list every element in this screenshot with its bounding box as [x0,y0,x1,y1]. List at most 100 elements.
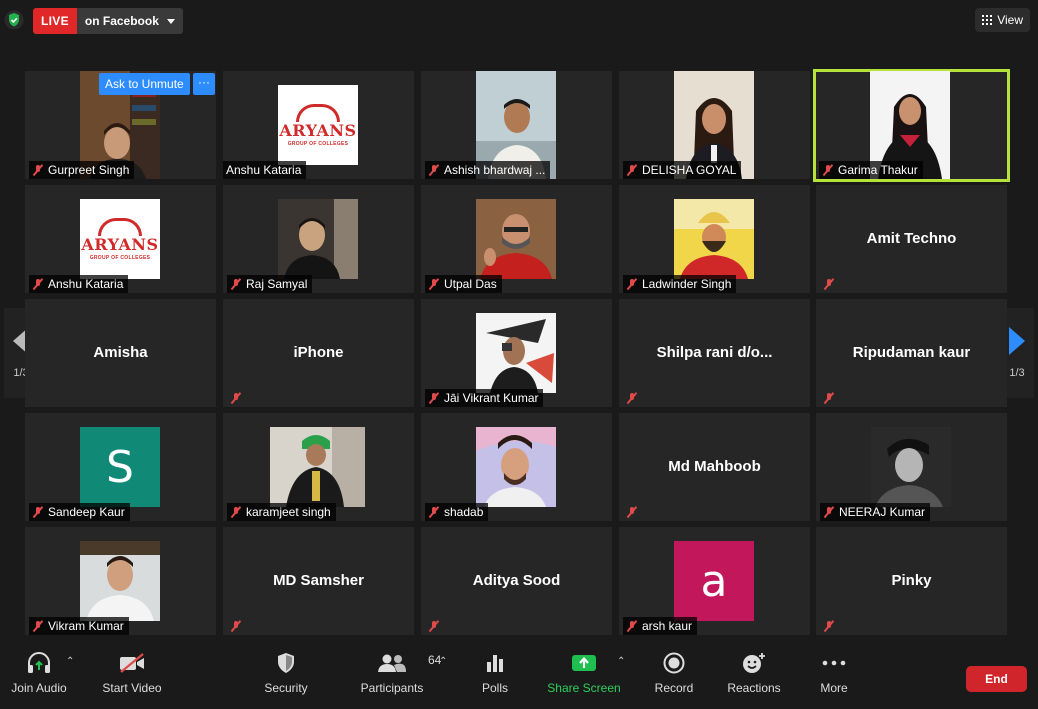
more-button[interactable]: More [816,642,852,709]
start-video-button[interactable]: Start Video [100,642,164,709]
mic-muted-icon [626,278,638,290]
participant-name: MD Samsher [273,572,364,589]
mic-muted-icon [626,620,638,632]
mic-muted-icon [822,164,834,176]
participant-name-tag: Jāi Vikrant Kumar [425,389,544,407]
live-destination-label: on Facebook [84,14,159,28]
participant-tile[interactable]: ARYANS GROUP OF COLLEGES Anshu Kataria [223,71,414,179]
participant-tile[interactable]: Md Mahboob [619,413,810,521]
participant-name: NEERAJ Kumar [839,505,926,519]
participant-tile[interactable]: Vikram Kumar [25,527,216,635]
participant-tile[interactable]: Amit Techno [816,185,1007,293]
participant-name: Anshu Kataria [226,163,302,177]
participant-tile[interactable]: Pinky [816,527,1007,635]
participant-name-tag: Vikram Kumar [29,617,129,635]
mic-muted-icon [623,390,641,406]
live-stream-indicator[interactable]: LIVE on Facebook [33,8,183,34]
participant-name: iPhone [293,344,344,361]
record-button[interactable]: Record [652,642,696,709]
mic-muted-icon [32,506,44,518]
headphones-icon [28,652,50,673]
logo-subtitle: GROUP OF COLLEGES [287,140,349,147]
participant-tile[interactable]: Ripudaman kaur [816,299,1007,407]
shield-icon [278,653,294,673]
participant-name-tag: Garima Thakur [819,161,923,179]
participant-name: Vikram Kumar [48,619,124,633]
share-screen-label: Share Screen [547,681,621,695]
mic-muted-icon [230,278,242,290]
ask-to-unmute-button[interactable]: Ask to Unmute [99,73,190,95]
participant-name-tag: Utpal Das [425,275,502,293]
participant-tile[interactable]: iPhone [223,299,414,407]
participant-tile[interactable]: Ashish bhardwaj ... [421,71,612,179]
share-options-caret-icon[interactable]: ⌃ [617,656,625,667]
more-label: More [820,681,848,695]
participant-tile[interactable]: shadab [421,413,612,521]
participants-label: Participants [360,681,424,695]
share-screen-button[interactable]: Share Screen [546,642,622,709]
participant-name: Anshu Kataria [48,277,124,291]
logo-subtitle: GROUP OF COLLEGES [89,254,151,261]
security-button[interactable]: Security [257,642,315,709]
participant-profile-picture [476,427,556,507]
more-dots-icon [822,660,846,666]
participant-tile[interactable]: S Sandeep Kaur [25,413,216,521]
reactions-label: Reactions [727,681,781,695]
record-label: Record [654,681,694,695]
join-audio-label: Join Audio [11,681,67,695]
mic-muted-icon [230,506,242,518]
meeting-toolbar: Join Audio ⌃ Start Video Security 64 Par… [0,642,1038,709]
participant-name: karamjeet singh [246,505,331,519]
participant-tile[interactable]: MD Samsher [223,527,414,635]
participant-name: Utpal Das [444,277,497,291]
participant-tile[interactable]: Amisha [25,299,216,407]
mic-muted-icon [425,618,443,634]
join-audio-button[interactable]: Join Audio [8,642,70,709]
end-meeting-button[interactable]: End [966,666,1027,692]
participant-name: Amisha [93,344,148,361]
participant-name-tag: Ashish bhardwaj ... [425,161,551,179]
participant-name-tag: karamjeet singh [227,503,336,521]
mic-muted-icon [823,506,835,518]
participant-tile[interactable]: DELISHA GOYAL [619,71,810,179]
mic-muted-icon [32,164,44,176]
logo-title: ARYANS [81,234,159,254]
participants-icon [378,654,406,672]
polls-button[interactable]: Polls [475,642,515,709]
view-button[interactable]: View [975,8,1030,32]
participant-tile[interactable]: a arsh kaur [619,527,810,635]
participant-tile[interactable]: Ladwinder Singh [619,185,810,293]
participant-tile[interactable]: Utpal Das [421,185,612,293]
participant-tile[interactable]: Shilpa rani d/o... [619,299,810,407]
participant-name: Shilpa rani d/o... [656,344,773,361]
audio-options-caret-icon[interactable]: ⌃ [66,656,74,667]
mic-muted-icon [820,276,838,292]
participant-tile-active-speaker[interactable]: Garima Thakur [813,69,1010,182]
tile-more-button[interactable]: ··· [193,73,215,95]
mic-muted-icon [428,164,440,176]
participants-button[interactable]: 64 Participants [356,642,442,709]
reactions-button[interactable]: Reactions [724,642,784,709]
participant-profile-picture [476,199,556,279]
share-screen-icon [572,655,596,671]
participant-tile[interactable]: Aditya Sood [421,527,612,635]
live-destination-dropdown[interactable]: on Facebook [76,8,183,34]
mic-muted-icon [227,618,245,634]
security-shield-icon[interactable] [4,10,24,30]
participant-tile[interactable]: karamjeet singh [223,413,414,521]
mic-muted-icon [820,390,838,406]
participant-profile-picture [674,199,754,279]
participant-tile[interactable]: Raj Samyal [223,185,414,293]
participant-name-tag: DELISHA GOYAL [623,161,742,179]
aryans-logo: ARYANS GROUP OF COLLEGES [80,199,160,279]
aryans-logo: ARYANS GROUP OF COLLEGES [278,85,358,165]
participant-tile[interactable]: Jāi Vikrant Kumar [421,299,612,407]
participant-profile-picture [80,541,160,621]
participant-tile[interactable]: NEERAJ Kumar [816,413,1007,521]
mic-muted-icon [623,504,641,520]
participant-name: Gurpreet Singh [48,163,130,177]
participant-tile[interactable]: Ask to Unmute ··· Gurpreet Singh [25,71,216,179]
participant-tile[interactable]: ARYANS GROUP OF COLLEGES Anshu Kataria [25,185,216,293]
participants-options-caret-icon[interactable]: ⌃ [439,656,447,667]
participant-name-tag: Ladwinder Singh [623,275,737,293]
